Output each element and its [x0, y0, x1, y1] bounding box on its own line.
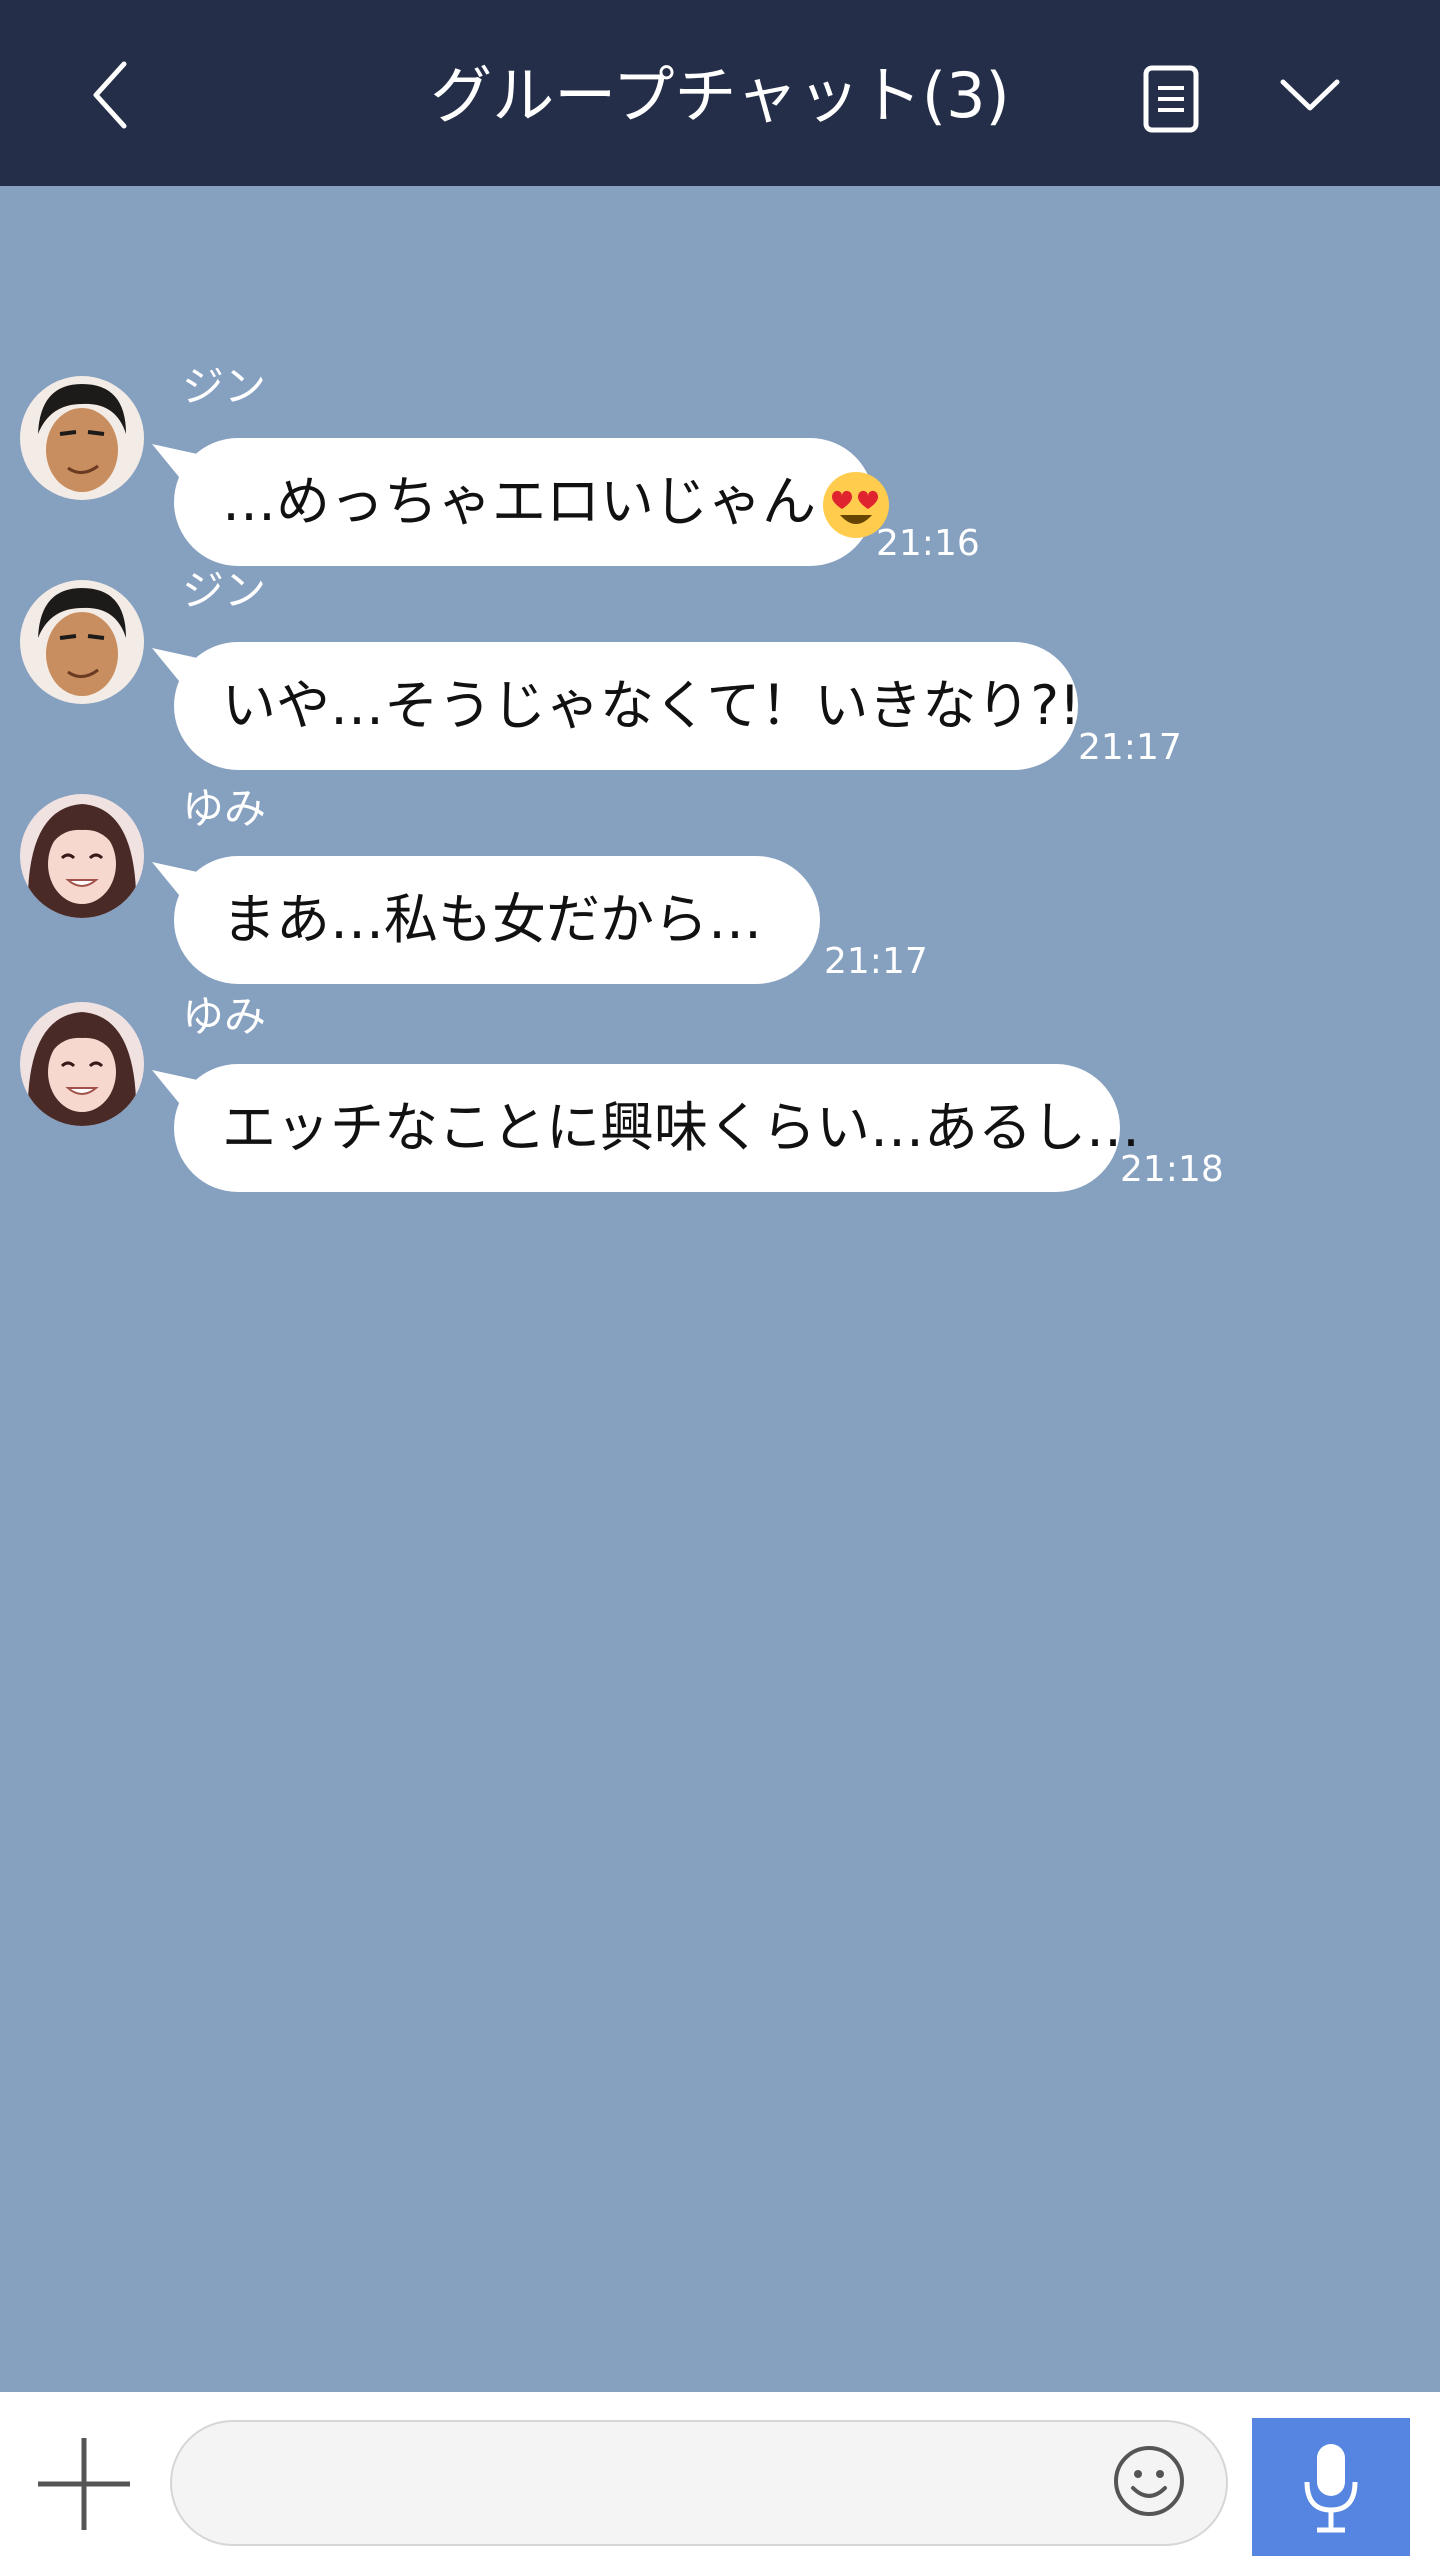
avatar-yumi[interactable] [20, 794, 144, 918]
voice-button[interactable] [1252, 2418, 1410, 2556]
avatar-yumi[interactable] [20, 1002, 144, 1126]
message-bubble[interactable]: …めっちゃエロいじゃん [174, 438, 889, 566]
plus-icon[interactable] [34, 2434, 134, 2534]
message-input[interactable] [170, 2420, 1228, 2546]
message-bubble[interactable]: エッチなことに興味くらい…あるし… [174, 1064, 1140, 1192]
chat-header: グループチャット(3) [0, 0, 1440, 186]
sender-name: ゆみ [182, 784, 267, 833]
avatar-jin[interactable] [20, 376, 144, 500]
sender-name: ジン [182, 362, 267, 411]
message-text: …めっちゃエロいじゃん [222, 470, 816, 533]
microphone-icon [1304, 2444, 1358, 2533]
document-list-icon[interactable] [1140, 64, 1202, 134]
message-text: エッチなことに興味くらい…あるし… [222, 1096, 1140, 1159]
message-bubble[interactable]: まあ…私も女だから… [174, 856, 820, 984]
sender-name: ジン [182, 566, 267, 615]
chevron-left-icon[interactable] [80, 50, 144, 140]
message-bubble[interactable]: いや…そうじゃなくて！いきなり?! [174, 642, 1081, 770]
smiley-icon[interactable] [1112, 2444, 1186, 2518]
chat-title: グループチャット(3) [430, 59, 1010, 132]
message-time: 21:18 [1120, 1149, 1224, 1190]
avatar-jin[interactable] [20, 580, 144, 704]
message-list[interactable]: ジン …めっちゃエロいじゃん 21:16 ジン いや…そうじゃなくて！いきなり?… [0, 186, 1440, 2392]
message-time: 21:17 [1078, 727, 1182, 768]
message-text: まあ…私も女だから… [222, 888, 762, 951]
chevron-down-icon[interactable] [1275, 70, 1345, 120]
composer-bar [0, 2392, 1440, 2560]
message-time: 21:17 [824, 941, 928, 982]
sender-name: ゆみ [182, 992, 267, 1041]
message-time: 21:16 [876, 523, 980, 564]
message-text: いや…そうじゃなくて！いきなり?! [222, 674, 1081, 737]
